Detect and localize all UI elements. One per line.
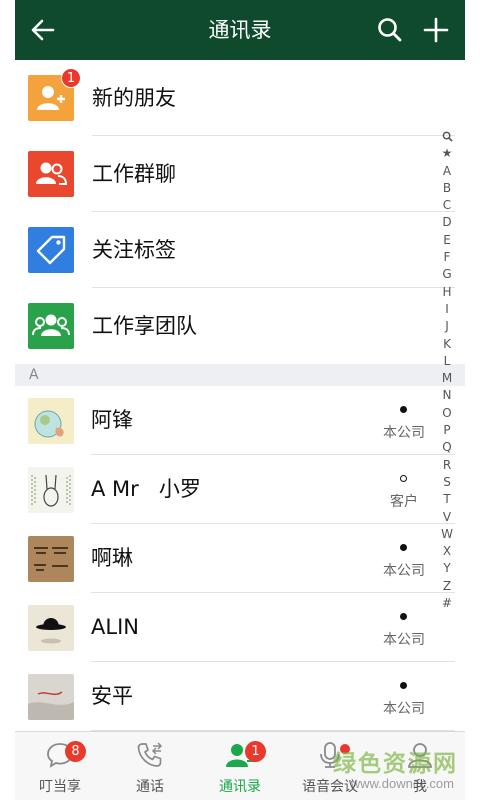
group-chat-label: 工作群聊 xyxy=(92,162,176,186)
add-friend-icon: 1 xyxy=(28,68,81,121)
index-letter[interactable]: A xyxy=(439,163,455,180)
tab-dingdang[interactable]: 8 叮当享 xyxy=(15,732,105,800)
follow-tags-label: 关注标签 xyxy=(92,238,176,262)
contact-row[interactable]: 阿锋 本公司 xyxy=(15,386,465,455)
alphabet-index[interactable]: ★ A B C D E F G H I J K L M N O P Q R S … xyxy=(439,128,455,612)
status-dot xyxy=(400,475,407,482)
index-letter[interactable]: M xyxy=(439,370,455,387)
status-dot xyxy=(400,613,407,620)
index-letter[interactable]: Z xyxy=(439,578,455,595)
index-letter[interactable]: H xyxy=(439,284,455,301)
tab-label: 语音会议 xyxy=(302,779,358,795)
index-letter[interactable]: T xyxy=(439,491,455,508)
group-chat-icon xyxy=(28,151,74,197)
index-letter[interactable]: V xyxy=(439,509,455,526)
contact-list: 1 新的朋友 工作群聊 关注标签 工作享团队 A 阿锋 本公司 A Mr 小罗 … xyxy=(15,60,465,731)
index-letter[interactable]: F xyxy=(439,249,455,266)
index-letter[interactable]: N xyxy=(439,387,455,404)
contact-row[interactable]: A Mr 小罗 客户 xyxy=(15,455,465,524)
status-dot xyxy=(400,406,407,413)
index-letter[interactable]: W xyxy=(439,526,455,543)
tab-voice-meeting[interactable]: 语音会议 xyxy=(285,732,375,800)
index-letter[interactable]: Y xyxy=(439,560,455,577)
section-header-a: A xyxy=(15,364,465,386)
index-letter[interactable]: C xyxy=(439,197,455,214)
team-item[interactable]: 工作享团队 xyxy=(15,288,465,364)
contact-name: 阿锋 xyxy=(91,408,133,432)
profile-icon xyxy=(408,743,432,768)
team-icon xyxy=(28,303,74,349)
index-letter[interactable]: # xyxy=(439,595,455,612)
index-letter[interactable]: J xyxy=(439,318,455,335)
index-letter[interactable]: D xyxy=(439,214,455,231)
tab-badge: 1 xyxy=(245,741,266,762)
index-letter[interactable]: Q xyxy=(439,439,455,456)
index-letter[interactable]: K xyxy=(439,336,455,353)
avatar xyxy=(28,536,74,582)
avatar xyxy=(28,674,74,720)
tab-label: 通讯录 xyxy=(219,779,261,795)
notification-dot xyxy=(340,744,350,754)
contact-name: 啊琳 xyxy=(91,546,133,570)
status-dot xyxy=(400,544,407,551)
contact-row[interactable]: 安平 本公司 xyxy=(15,662,465,731)
phone-icon xyxy=(137,742,163,767)
contact-tag: 本公司 xyxy=(383,701,425,717)
tab-label: 叮当享 xyxy=(39,779,81,795)
contact-name: ALIN xyxy=(91,615,139,639)
team-label: 工作享团队 xyxy=(92,314,197,338)
new-friends-item[interactable]: 1 新的朋友 xyxy=(15,60,465,136)
index-letter[interactable]: P xyxy=(439,422,455,439)
contact-tag: 本公司 xyxy=(383,425,425,441)
tab-calls[interactable]: 通话 xyxy=(105,732,195,800)
tab-contacts[interactable]: 1 通讯录 xyxy=(195,732,285,800)
plus-icon[interactable] xyxy=(421,15,451,45)
avatar xyxy=(28,467,74,513)
contact-tag: 本公司 xyxy=(383,563,425,579)
index-letter[interactable]: G xyxy=(439,266,455,283)
search-icon[interactable] xyxy=(375,15,405,45)
index-letter[interactable]: ★ xyxy=(439,145,455,162)
group-chat-item[interactable]: 工作群聊 xyxy=(15,136,465,212)
new-friends-badge: 1 xyxy=(61,68,81,88)
contact-tag: 客户 xyxy=(390,494,418,510)
follow-tags-item[interactable]: 关注标签 xyxy=(15,212,465,288)
index-letter[interactable]: R xyxy=(439,457,455,474)
index-letter[interactable]: O xyxy=(439,405,455,422)
index-letter[interactable]: B xyxy=(439,180,455,197)
tab-label: 我 xyxy=(413,779,427,795)
contacts-screen: 通讯录 1 新的朋友 工作群聊 关注标签 工作享团队 A 阿锋 本公司 A Mr… xyxy=(15,0,465,800)
tab-label: 通话 xyxy=(136,779,164,795)
index-letter[interactable]: S xyxy=(439,474,455,491)
tag-icon xyxy=(28,227,74,273)
contact-tag: 本公司 xyxy=(383,632,425,648)
contact-row[interactable]: ALIN 本公司 xyxy=(15,593,465,662)
top-bar: 通讯录 xyxy=(15,0,465,60)
tab-badge: 8 xyxy=(65,741,86,762)
index-search-icon[interactable] xyxy=(439,128,455,145)
index-letter[interactable]: L xyxy=(439,353,455,370)
bottom-tab-bar: 8 叮当享 通话 1 通讯录 语音会议 我 xyxy=(15,731,465,800)
contact-name: A Mr 小罗 xyxy=(91,477,201,501)
index-letter[interactable]: E xyxy=(439,232,455,249)
index-letter[interactable]: X xyxy=(439,543,455,560)
tab-me[interactable]: 我 xyxy=(375,732,465,800)
contact-row[interactable]: 啊琳 本公司 xyxy=(15,524,465,593)
avatar xyxy=(28,398,74,444)
contact-name: 安平 xyxy=(91,684,133,708)
index-letter[interactable]: I xyxy=(439,301,455,318)
new-friends-label: 新的朋友 xyxy=(92,86,176,110)
avatar xyxy=(28,605,74,651)
status-dot xyxy=(400,682,407,689)
